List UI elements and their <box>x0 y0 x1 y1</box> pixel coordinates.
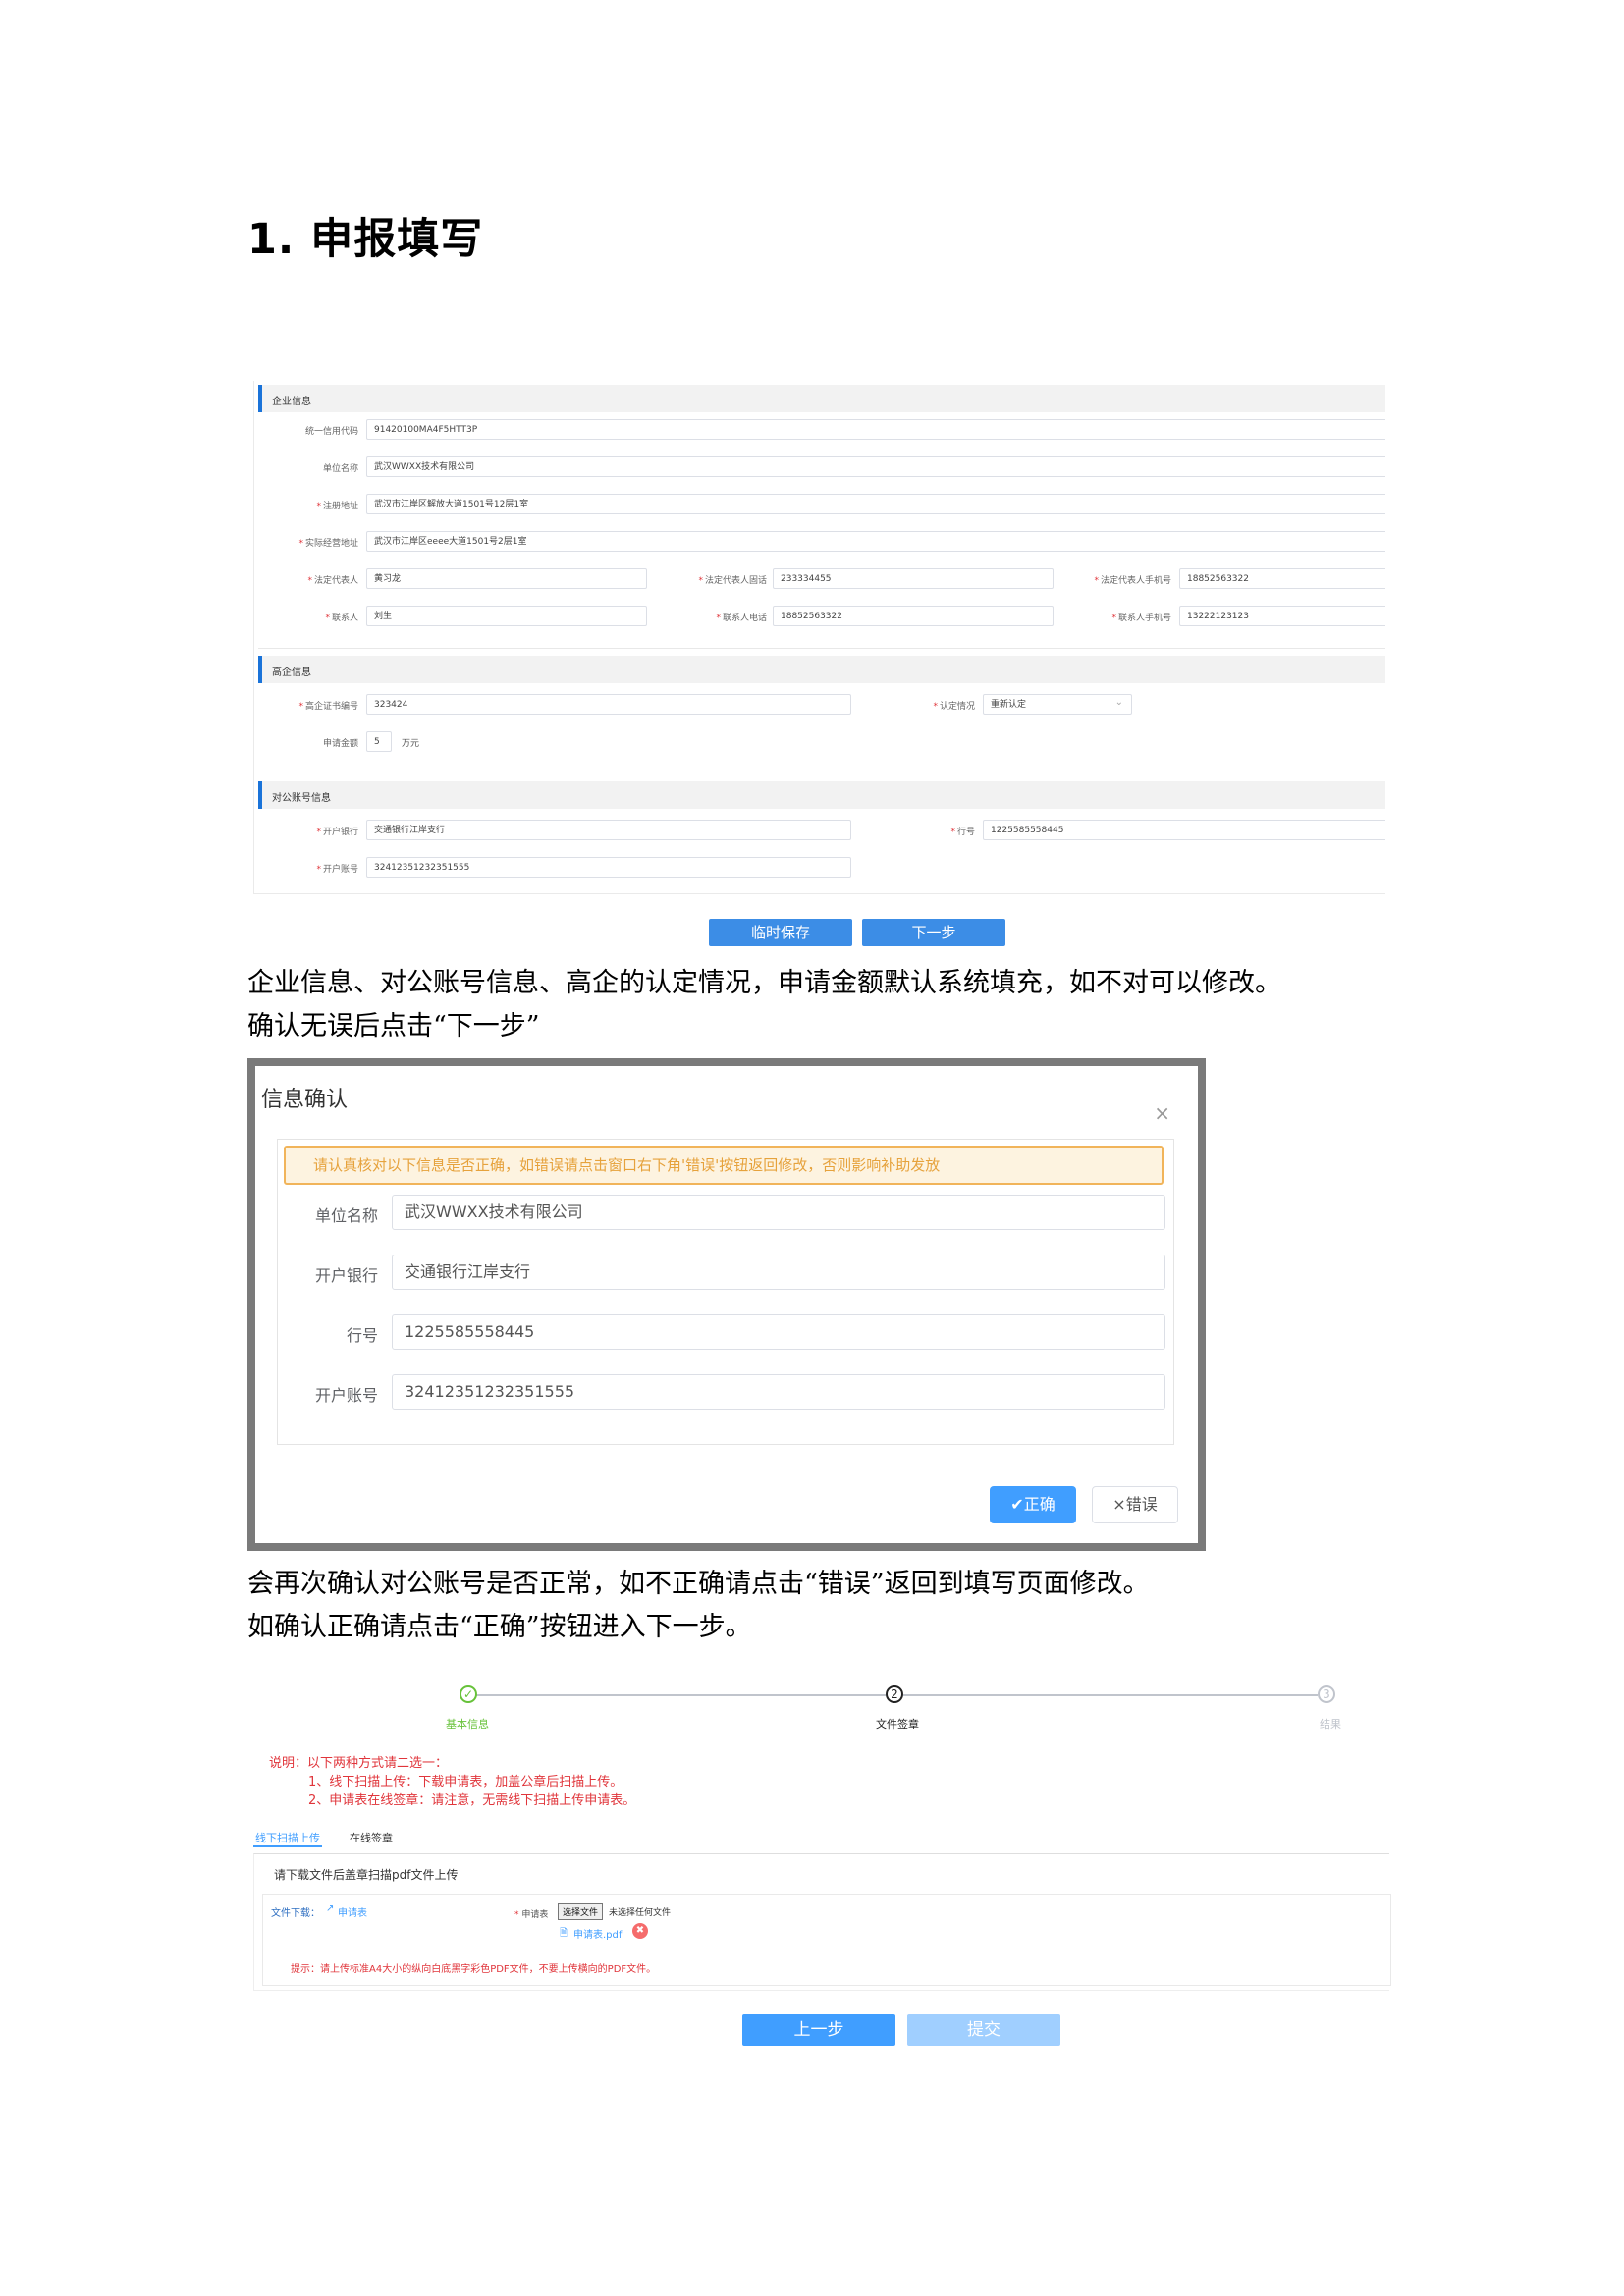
download-link[interactable]: 申请表 <box>338 1904 367 1919</box>
label-contact: * 联系人 <box>325 614 358 623</box>
note-title: 说明：以下两种方式请二选一： <box>269 1756 449 1771</box>
contact-field[interactable]: 刘生 <box>366 606 647 626</box>
label-legal-tel: * 法定代表人固话 <box>698 576 767 586</box>
dialog-label: 单位名称 <box>314 1206 378 1225</box>
reg-address-field[interactable]: 武汉市江岸区解放大道1501号12层1室 <box>366 494 1385 514</box>
label-contact-tel: * 联系人电话 <box>716 614 767 623</box>
label-reg-address: * 注册地址 <box>316 502 358 511</box>
label-bank: * 开户银行 <box>316 828 358 837</box>
tab-online-sign[interactable]: 在线签章 <box>350 1830 393 1845</box>
upload-tip: 提示：请上传标准A4大小的纵向白底黑字彩色PDF文件，不要上传横向的PDF文件。 <box>291 1964 657 1975</box>
temp-save-button[interactable]: 临时保存 <box>709 919 852 946</box>
dialog-bank-code-field[interactable]: 1225585558445 <box>392 1314 1165 1350</box>
step-label-result: 结果 <box>1320 1718 1341 1731</box>
step-label-sign: 文件签章 <box>876 1718 919 1731</box>
prev-step-button[interactable]: 上一步 <box>742 2014 895 2046</box>
label-credit-code: 统一信用代码 <box>304 427 358 437</box>
credit-code-field[interactable]: 91420100MA4F5HTT3P <box>366 419 1385 440</box>
contact-tel-field[interactable]: 18852563322 <box>773 606 1054 626</box>
confirm-correct-button[interactable]: ✔正确 <box>990 1486 1076 1523</box>
dialog-title: 信息确认 <box>261 1088 349 1112</box>
check-icon: ✓ <box>460 1685 477 1703</box>
note-line: 2、申请表在线签章：请注意，无需线下扫描上传申请表。 <box>308 1793 636 1808</box>
link-icon: ↗ <box>326 1903 335 1914</box>
form-screenshot: 企业信息 统一信用代码 91420100MA4F5HTT3P 单位名称 武汉WW… <box>253 381 1385 894</box>
amount-field[interactable]: 5 <box>366 731 392 752</box>
section-header-company: 企业信息 <box>258 385 1385 412</box>
uploaded-file-link[interactable]: 申请表.pdf <box>573 1926 622 1941</box>
label-amount: 申请金额 <box>322 739 358 749</box>
confirm-error-button[interactable]: ×错误 <box>1092 1486 1178 1523</box>
dialog-account-field[interactable]: 32412351232351555 <box>392 1374 1165 1410</box>
file-icon: 🗎 <box>560 1928 568 1939</box>
tab-offline-upload[interactable]: 线下扫描上传 <box>255 1830 320 1845</box>
step-label-basic: 基本信息 <box>446 1718 489 1731</box>
label-unit-name: 单位名称 <box>322 464 358 474</box>
section-header-hightech: 高企信息 <box>258 656 1385 683</box>
next-step-button[interactable]: 下一步 <box>862 919 1005 946</box>
no-file-text: 未选择任何文件 <box>609 1908 672 1918</box>
upload-panel: 请下载文件后盖章扫描pdf文件上传 文件下载： ↗ 申请表 * 申请表 选择文件… <box>253 1853 1391 1991</box>
upload-area: 文件下载： ↗ 申请表 * 申请表 选择文件 未选择任何文件 🗎 申请表.pdf… <box>262 1894 1391 1986</box>
label-legal-rep: * 法定代表人 <box>307 576 358 586</box>
label-recognition: * 认定情况 <box>933 702 975 712</box>
step-number: 2 <box>886 1685 903 1703</box>
submit-button[interactable]: 提交 <box>907 2014 1060 2046</box>
step-connector <box>903 1694 1318 1696</box>
cert-no-field[interactable]: 323424 <box>366 694 851 715</box>
instruction-line: 如确认正确请点击“正确”按钮进入下一步。 <box>247 1612 752 1642</box>
dialog-content: 请认真核对以下信息是否正确，如错误请点击窗口右下角'错误'按钮返回修改，否则影响… <box>277 1139 1174 1445</box>
confirm-dialog: 信息确认 × 请认真核对以下信息是否正确，如错误请点击窗口右下角'错误'按钮返回… <box>255 1066 1198 1543</box>
label-cert-no: * 高企证书编号 <box>298 702 358 712</box>
section-header-account: 对公账号信息 <box>258 781 1385 809</box>
section-heading: 1. 申报填写 <box>247 215 484 264</box>
dialog-label: 开户账号 <box>314 1386 378 1405</box>
download-label: 文件下载： <box>271 1908 320 1919</box>
file-label: * 申请表 <box>514 1910 549 1920</box>
label-legal-mobile: * 法定代表人手机号 <box>1094 576 1171 586</box>
instruction-line: 企业信息、对公账号信息、高企的认定情况，申请金额默认系统填充，如不对可以修改。 <box>247 968 1281 998</box>
panel-title: 请下载文件后盖章扫描pdf文件上传 <box>274 1868 459 1882</box>
dialog-screenshot: 信息确认 × 请认真核对以下信息是否正确，如错误请点击窗口右下角'错误'按钮返回… <box>247 1058 1206 1551</box>
unit-name-field[interactable]: 武汉WWXX技术有限公司 <box>366 456 1385 477</box>
dialog-label: 行号 <box>346 1326 378 1345</box>
close-icon[interactable]: × <box>1154 1101 1170 1125</box>
real-address-field[interactable]: 武汉市江岸区eeee大道1501号2层1室 <box>366 531 1385 552</box>
step-connector <box>469 1694 886 1696</box>
label-account-no: * 开户账号 <box>316 865 358 875</box>
label-contact-mobile: * 联系人手机号 <box>1111 614 1171 623</box>
contact-mobile-field[interactable]: 13222123123 <box>1179 606 1385 626</box>
dialog-bank-field[interactable]: 交通银行江岸支行 <box>392 1255 1165 1290</box>
instruction-line: 会再次确认对公账号是否正常，如不正确请点击“错误”返回到填写页面修改。 <box>247 1569 1150 1599</box>
legal-mobile-field[interactable]: 18852563322 <box>1179 568 1385 589</box>
legal-tel-field[interactable]: 233334455 <box>773 568 1054 589</box>
recognition-select[interactable]: 重新认定 <box>983 694 1132 715</box>
amount-unit: 万元 <box>402 739 420 749</box>
label-real-address: * 实际经营地址 <box>298 539 358 549</box>
instruction-line: 确认无误后点击“下一步” <box>247 1011 540 1041</box>
bank-field[interactable]: 交通银行江岸支行 <box>366 820 851 840</box>
note-line: 1、线下扫描上传：下载申请表，加盖公章后扫描上传。 <box>308 1775 623 1789</box>
active-tab-indicator <box>253 1845 322 1847</box>
legal-rep-field[interactable]: 黄习龙 <box>366 568 647 589</box>
delete-icon[interactable]: ✖ <box>632 1923 648 1939</box>
label-bank-code: * 行号 <box>950 828 975 837</box>
bank-code-field[interactable]: 1225585558445 <box>983 820 1385 840</box>
step-number: 3 <box>1318 1685 1335 1703</box>
dialog-label: 开户银行 <box>314 1266 378 1285</box>
account-no-field[interactable]: 32412351232351555 <box>366 857 851 878</box>
divider <box>258 648 1385 649</box>
upload-screenshot: ✓ 基本信息 2 文件签章 3 结果 说明：以下两种方式请二选一： 1、线下扫描… <box>253 1681 1391 1995</box>
dialog-unit-name-field[interactable]: 武汉WWXX技术有限公司 <box>392 1195 1165 1230</box>
warning-alert: 请认真核对以下信息是否正确，如错误请点击窗口右下角'错误'按钮返回修改，否则影响… <box>284 1146 1164 1185</box>
choose-file-button[interactable]: 选择文件 <box>558 1903 604 1920</box>
